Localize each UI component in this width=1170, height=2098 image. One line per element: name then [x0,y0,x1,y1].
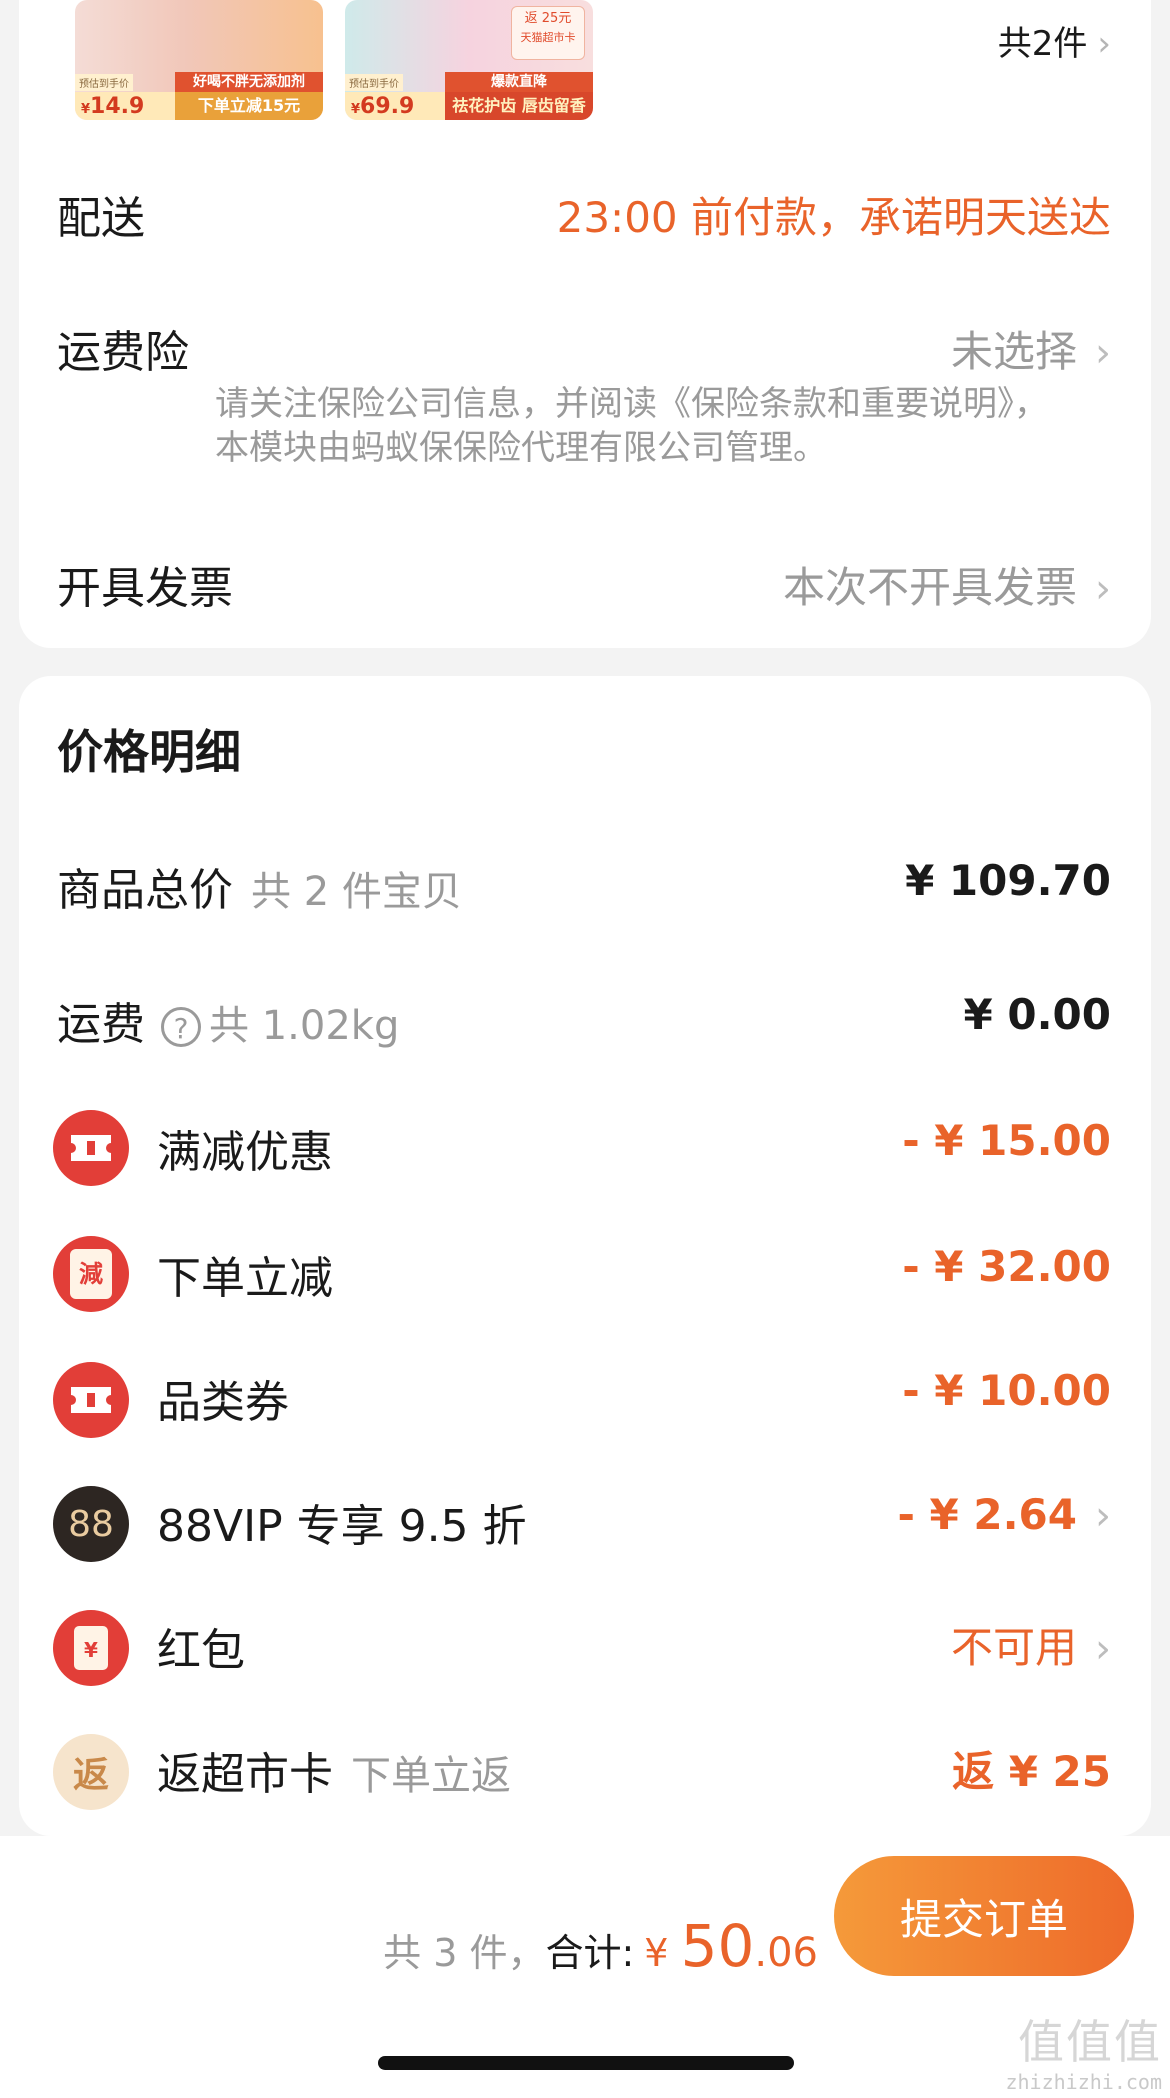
invoice-selector[interactable]: 本次不开具发票 › [783,554,1111,615]
discount-value: - ¥ 10.00 [902,1366,1111,1415]
chevron-right-icon: › [1095,330,1111,376]
shipping-text: 运费 [57,999,145,1050]
total-dec: .06 [754,1930,818,1976]
product-strip[interactable]: 预估到手价 ¥14.9 好喝不胖无添加剂 下单立减15元 返 25元 天猫超市卡… [19,0,1151,160]
discount-label: 红包 [157,1625,245,1676]
currency-symbol: ¥ [351,102,361,117]
discount-label: 品类券 [157,1377,289,1428]
jian-icon: 減 [53,1236,129,1312]
product-thumbnail[interactable]: 预估到手价 ¥14.9 好喝不胖无添加剂 下单立减15元 [75,0,323,120]
vip88-icon-text: 88 [68,1503,114,1545]
insurance-note[interactable]: 请关注保险公司信息，并阅读《保险条款和重要说明》，本模块由蚂蚁保保险代理有限公司… [215,382,1075,470]
badge-text: 返 25元 [524,11,572,26]
chevron-right-icon: › [1097,24,1111,64]
promo-top-label: 爆款直降 [445,72,593,92]
currency-symbol: ¥ [644,1931,669,1975]
goods-total-sub: 共 2 件宝贝 [251,869,462,915]
product-price: ¥14.9 [75,92,175,120]
discount-value: - ¥ 2.64 [897,1490,1077,1539]
submit-order-button[interactable]: 提交订单 [834,1856,1134,1976]
delivery-label: 配送 [57,193,145,244]
freight-insurance-value: 未选择 [950,327,1077,376]
freight-insurance-label: 运费险 [57,327,189,378]
promo-label: 祛花护齿 唇齿留香 [445,92,593,120]
fan-icon: 返 [53,1734,129,1810]
price-value: 69.9 [360,94,415,119]
shipping-weight: 共 1.02kg [209,1003,400,1049]
promo-top-label: 好喝不胖无添加剂 [175,72,323,92]
help-icon[interactable]: ? [161,1007,201,1047]
product-thumbnail[interactable]: 返 25元 天猫超市卡 预估到手价 ¥69.9 爆款直降 祛花护齿 唇齿留香 [345,0,593,120]
discount-value: - ¥ 15.00 [902,1116,1111,1165]
chevron-right-icon: › [1095,1493,1111,1539]
discount-label: 下单立减 [157,1253,333,1304]
item-count-label: 共2件 [997,24,1088,64]
discount-label: 满减优惠 [157,1127,333,1178]
price-small-label: 预估到手价 [75,74,133,91]
discount-label: 88VIP 专享 9.5 折 [157,1501,527,1552]
invoice-label: 开具发票 [57,563,233,614]
currency-symbol: ¥ [81,102,91,117]
price-detail-card: 价格明细 商品总价共 2 件宝贝 ¥ 109.70 运费? 共 1.02kg ¥ … [19,676,1151,1836]
discount-value: 返 ¥ 25 [952,1747,1111,1796]
total-int: 50 [680,1912,755,1980]
red-packet-value: 不可用 [950,1623,1077,1672]
ticket-icon [53,1110,129,1186]
chevron-right-icon: › [1095,1626,1111,1672]
product-price: ¥69.9 [345,92,445,120]
ticket-icon [53,1362,129,1438]
total-label: 合计: [545,1931,635,1975]
price-small-label: 预估到手价 [345,74,403,91]
total-count: 共 3 件， [383,1931,546,1975]
item-count[interactable]: 共2件 › [998,16,1111,65]
delivery-value: 23:00 前付款，承诺明天送达 [556,193,1111,242]
vip88-icon: 88 [53,1486,129,1562]
shipping-value: ¥ 0.00 [963,990,1111,1039]
red-packet-selector[interactable]: 不可用 › [951,1614,1111,1675]
red-packet-icon-text: ¥ [74,1626,108,1670]
discount-value: - ¥ 32.00 [902,1242,1111,1291]
goods-total-label: 商品总价共 2 件宝贝 [57,854,462,918]
price-value: 14.9 [90,94,145,119]
discount-label-text: 返超市卡 [157,1749,333,1800]
invoice-value: 本次不开具发票 [782,563,1077,612]
promo-label: 下单立减15元 [175,92,323,120]
vip-discount-selector[interactable]: - ¥ 2.64 › [897,1490,1111,1539]
chevron-right-icon: › [1095,566,1111,612]
order-options-card: 预估到手价 ¥14.9 好喝不胖无添加剂 下单立减15元 返 25元 天猫超市卡… [19,0,1151,648]
order-total: 共 3 件，合计: ¥ 50.06 [383,1912,818,1980]
red-packet-icon: ¥ [53,1610,129,1686]
price-detail-title: 价格明细 [57,725,241,779]
discount-label: 返超市卡 下单立返 [157,1738,511,1802]
goods-total-text: 商品总价 [57,865,233,916]
shipping-label: 运费? 共 1.02kg [57,988,399,1052]
discount-sub: 下单立返 [351,1753,511,1799]
watermark-logo: 值值值 [1018,2015,1162,2069]
return-card-badge: 返 25元 天猫超市卡 [511,6,585,60]
total-amount: ¥ 50.06 [634,1912,818,1980]
jian-icon-text: 減 [70,1249,112,1299]
watermark: zhizhizhi.com [1005,2070,1162,2094]
checkout-bar: 共 3 件，合计: ¥ 50.06 提交订单 值值值 zhizhizhi.com [0,1836,1170,2098]
home-indicator[interactable] [378,2056,794,2070]
freight-insurance-selector[interactable]: 未选择 › [951,318,1111,379]
badge-text: 天猫超市卡 [520,31,576,44]
goods-total-value: ¥ 109.70 [905,856,1111,905]
fan-icon-text: 返 [72,1755,109,1796]
